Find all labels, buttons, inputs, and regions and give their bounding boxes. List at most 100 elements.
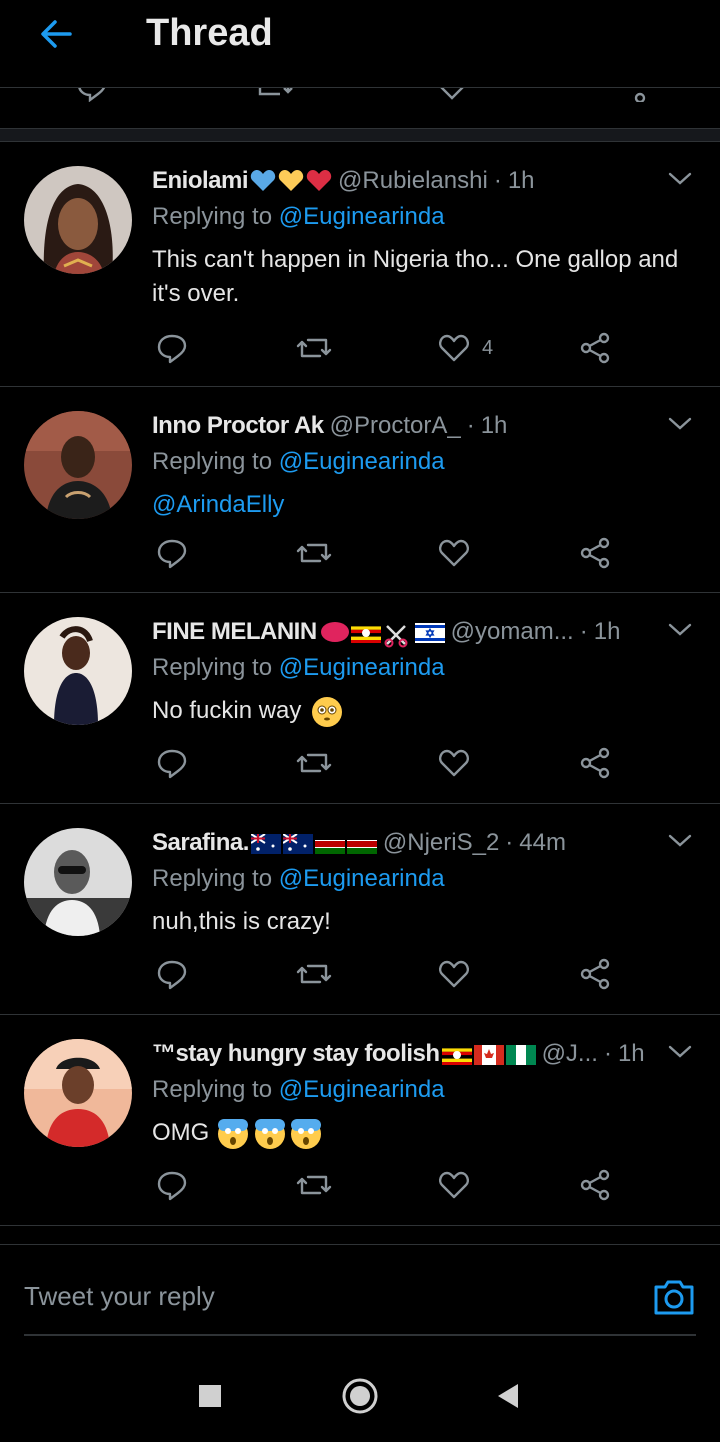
recents-button[interactable] bbox=[190, 1376, 230, 1416]
yellow-heart-emoji bbox=[278, 169, 304, 193]
author-name[interactable]: Inno Proctor Ak bbox=[152, 412, 324, 440]
author-handle[interactable]: @J... bbox=[542, 1040, 598, 1068]
separator-dot: · bbox=[466, 412, 475, 439]
tweet-menu-button[interactable] bbox=[664, 164, 696, 194]
reply-icon[interactable] bbox=[76, 88, 108, 102]
mention-link[interactable]: @Euginearinda bbox=[279, 654, 445, 681]
tweet-text: nuh,this is crazy! bbox=[152, 908, 331, 935]
retweet-button[interactable] bbox=[294, 533, 334, 573]
avatar[interactable] bbox=[24, 617, 132, 725]
author-handle[interactable]: @Rubielanshi bbox=[338, 167, 488, 195]
share-icon bbox=[580, 747, 610, 779]
red-heart-emoji bbox=[306, 169, 332, 193]
avatar[interactable] bbox=[24, 828, 132, 936]
share-icon[interactable] bbox=[626, 88, 658, 102]
mention-link[interactable]: @Euginearinda bbox=[279, 203, 445, 230]
author-name[interactable]: Sarafina. bbox=[152, 829, 249, 857]
tweet-menu-button[interactable] bbox=[664, 615, 696, 645]
share-button[interactable] bbox=[578, 954, 612, 994]
like-icon bbox=[439, 1171, 469, 1199]
replying-to-label: Replying to bbox=[152, 1076, 273, 1103]
avatar[interactable] bbox=[24, 1039, 132, 1147]
tweet[interactable]: Sarafina. @NjeriS_2 · 44m Replying to @E… bbox=[0, 804, 720, 1015]
share-button[interactable] bbox=[578, 1165, 612, 1205]
replying-to-label: Replying to bbox=[152, 654, 273, 681]
like-icon[interactable] bbox=[436, 88, 468, 102]
tweet-text: This can't happen in Nigeria tho... One … bbox=[152, 246, 679, 307]
section-divider bbox=[0, 128, 720, 142]
like-button[interactable] bbox=[438, 1165, 470, 1205]
mention-link[interactable]: @Euginearinda bbox=[279, 865, 445, 892]
mention-link[interactable]: @Euginearinda bbox=[279, 448, 445, 475]
replying-to: Replying to @Euginearinda bbox=[152, 203, 696, 237]
like-button[interactable] bbox=[438, 954, 470, 994]
tweet-actions: 4 bbox=[152, 328, 632, 368]
author-name[interactable]: Eniolami bbox=[152, 167, 249, 195]
top-bar: Thread bbox=[0, 0, 720, 88]
author-name[interactable]: FINE MELANIN bbox=[152, 618, 317, 646]
replying-to: Replying to @Euginearinda bbox=[152, 865, 696, 899]
reply-input[interactable]: Tweet your reply bbox=[24, 1281, 215, 1312]
retweet-icon bbox=[296, 338, 332, 358]
separator-dot: · bbox=[505, 829, 514, 856]
chevron-down-icon bbox=[668, 172, 692, 185]
triangle-back-icon bbox=[498, 1384, 518, 1408]
avatar[interactable] bbox=[24, 411, 132, 519]
camera-button[interactable] bbox=[652, 1275, 696, 1319]
share-button[interactable] bbox=[578, 743, 612, 783]
lips-emoji bbox=[320, 622, 349, 642]
tweet-menu-button[interactable] bbox=[664, 409, 696, 439]
flushed-face-emoji bbox=[312, 696, 343, 727]
share-icon bbox=[580, 958, 610, 990]
retweet-icon[interactable] bbox=[254, 88, 294, 102]
retweet-button[interactable] bbox=[294, 743, 334, 783]
scream-face-emoji bbox=[254, 1118, 285, 1149]
tweet-menu-button[interactable] bbox=[664, 826, 696, 856]
tweet-text: No fuckin way bbox=[152, 694, 696, 728]
reply-button[interactable] bbox=[156, 1165, 188, 1205]
author-name[interactable]: ™stay hungry stay foolish bbox=[152, 1040, 440, 1068]
reply-button[interactable] bbox=[156, 328, 188, 368]
share-button[interactable] bbox=[578, 533, 612, 573]
author-handle[interactable]: @yomam... bbox=[451, 618, 574, 646]
previous-tweet-actions bbox=[0, 88, 720, 108]
back-nav-button[interactable] bbox=[488, 1376, 528, 1416]
tweet[interactable]: Inno Proctor Ak @ProctorA_ · 1h Replying… bbox=[0, 387, 720, 593]
tweet-time: 1h bbox=[617, 1040, 645, 1067]
reply-button[interactable] bbox=[156, 954, 188, 994]
tweet-menu-button[interactable] bbox=[664, 1037, 696, 1067]
nigeria-flag-emoji bbox=[505, 1044, 536, 1065]
tweet-time: 1h bbox=[480, 412, 508, 439]
share-button[interactable] bbox=[578, 328, 612, 368]
retweet-button[interactable] bbox=[294, 954, 334, 994]
uganda-flag-emoji bbox=[441, 1044, 472, 1065]
like-icon bbox=[439, 960, 469, 988]
mention-link[interactable]: @Euginearinda bbox=[279, 1076, 445, 1103]
like-button[interactable] bbox=[438, 743, 470, 783]
reply-button[interactable] bbox=[156, 743, 188, 783]
tweet-actions bbox=[152, 743, 632, 783]
tweet[interactable]: Eniolami @Rubielanshi · 1h Replying to @… bbox=[0, 142, 720, 387]
like-button[interactable]: 4 bbox=[438, 328, 493, 368]
retweet-icon bbox=[296, 543, 332, 563]
tweet[interactable]: ™stay hungry stay foolish @J... · 1h Rep… bbox=[0, 1015, 720, 1226]
reply-icon bbox=[157, 960, 187, 990]
tweet[interactable]: FINE MELANIN @yomam... · 1h Replying to … bbox=[0, 593, 720, 804]
reply-input-underline bbox=[24, 1334, 696, 1336]
author-handle[interactable]: @ProctorA_ bbox=[330, 412, 461, 440]
tweet-text-mention[interactable]: @ArindaElly bbox=[152, 488, 696, 522]
author-handle[interactable]: @NjeriS_2 bbox=[383, 829, 499, 857]
retweet-icon bbox=[296, 753, 332, 773]
back-button[interactable] bbox=[34, 14, 78, 54]
system-nav-bar bbox=[0, 1342, 720, 1442]
like-button[interactable] bbox=[438, 533, 470, 573]
reply-composer: Tweet your reply bbox=[0, 1244, 720, 1340]
retweet-button[interactable] bbox=[294, 328, 334, 368]
reply-icon bbox=[157, 749, 187, 779]
scream-face-emoji bbox=[291, 1118, 322, 1149]
home-button[interactable] bbox=[339, 1376, 381, 1416]
avatar[interactable] bbox=[24, 166, 132, 274]
circle-home-icon bbox=[342, 1378, 378, 1414]
retweet-button[interactable] bbox=[294, 1165, 334, 1205]
reply-button[interactable] bbox=[156, 533, 188, 573]
